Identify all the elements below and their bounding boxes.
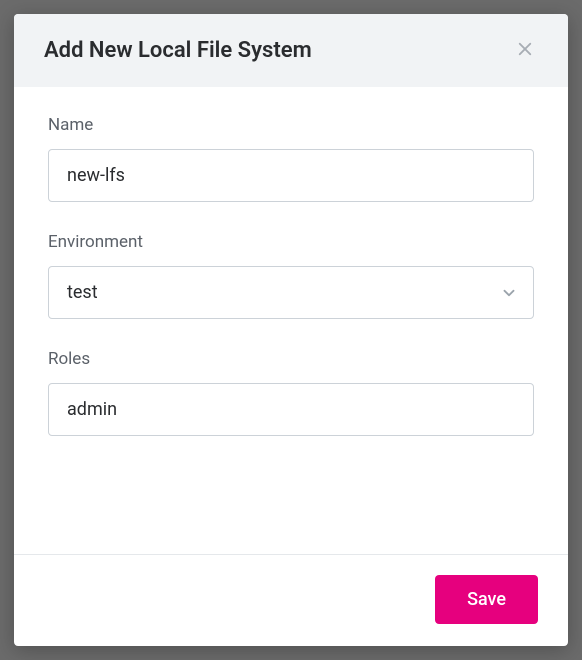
- environment-select[interactable]: test: [48, 266, 534, 319]
- environment-select-wrapper: test: [48, 266, 534, 319]
- modal-header: Add New Local File System: [14, 14, 568, 87]
- environment-label: Environment: [48, 232, 534, 252]
- name-label: Name: [48, 115, 534, 135]
- roles-input[interactable]: [48, 383, 534, 436]
- form-group-name: Name: [48, 115, 534, 202]
- add-local-file-system-modal: Add New Local File System Name Environme…: [14, 14, 568, 646]
- form-group-roles: Roles: [48, 349, 534, 436]
- close-button[interactable]: [512, 36, 538, 65]
- close-icon: [516, 40, 534, 61]
- modal-title: Add New Local File System: [44, 38, 312, 63]
- save-button[interactable]: Save: [435, 575, 538, 624]
- name-input[interactable]: [48, 149, 534, 202]
- modal-footer: Save: [14, 554, 568, 646]
- modal-body: Name Environment test Roles: [14, 87, 568, 554]
- form-group-environment: Environment test: [48, 232, 534, 319]
- roles-label: Roles: [48, 349, 534, 369]
